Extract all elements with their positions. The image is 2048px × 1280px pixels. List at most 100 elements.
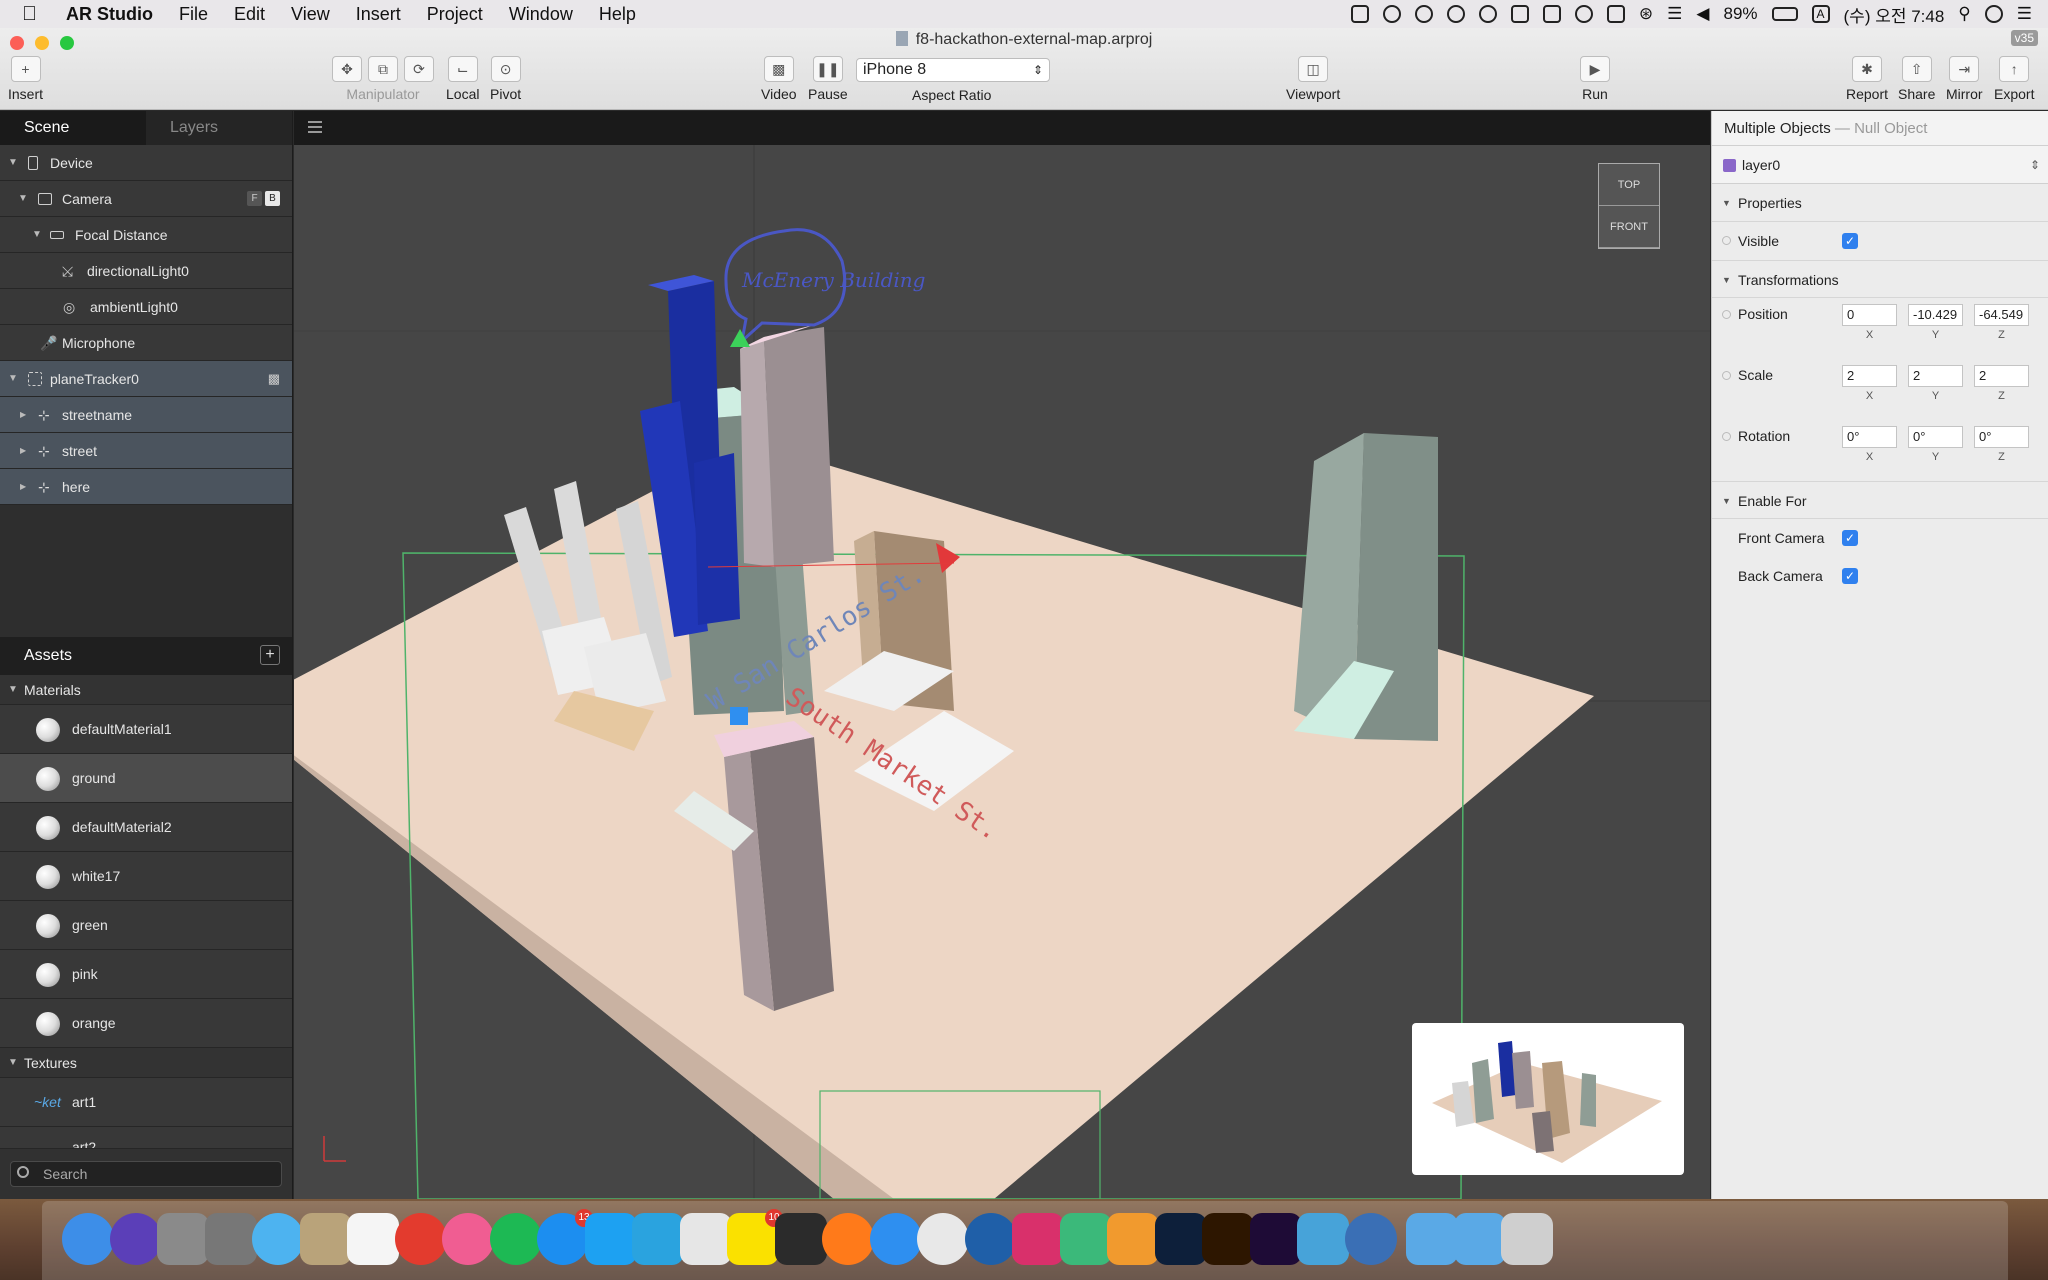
disclosure-triangle-icon[interactable]: ▼ [8,145,18,181]
rotation-x-input[interactable]: 0° [1842,426,1897,448]
run-button[interactable]: ▶ Run [1580,56,1610,102]
video-button[interactable]: ▩ Video [761,56,797,102]
telegram-icon[interactable] [632,1213,684,1265]
tree-item-ambient-light[interactable]: ◎ ambientLight0 [0,289,292,325]
report-button[interactable]: ✱ Report [1846,56,1888,102]
materials-section[interactable]: ▼ Materials [0,675,292,705]
menu-insert[interactable]: Insert [356,4,401,25]
safari-icon[interactable] [869,1213,922,1265]
back-camera-checkbox[interactable]: ✓ [1842,568,1858,584]
scale-x-input[interactable]: 2 [1842,365,1897,387]
material-item[interactable]: pink [0,950,292,999]
pivot-button[interactable]: ⊙ Pivot [490,56,521,102]
disclosure-triangle-icon[interactable]: ▶ [20,469,26,505]
drop-icon[interactable] [252,1213,304,1265]
disclosure-triangle-icon[interactable]: ▼ [8,361,18,397]
scale-tool-icon[interactable]: ⧉ [368,56,398,82]
notification-center-icon[interactable]: ☰ [2017,4,2032,24]
siri-icon[interactable] [109,1213,162,1265]
cloud-status-icon[interactable] [1478,5,1497,23]
search-input[interactable]: Search [10,1161,282,1187]
menu-window[interactable]: Window [509,4,573,25]
tab-scene[interactable]: Scene [0,111,146,145]
rotate-tool-icon[interactable]: ⟳ [404,56,434,82]
tree-item-focal-distance[interactable]: ▼ Focal Distance [0,217,292,253]
material-item[interactable]: defaultMaterial1 [0,705,292,754]
material-item[interactable]: white17 [0,852,292,901]
disclosure-triangle-icon[interactable]: ▶ [20,433,26,469]
disclosure-triangle-icon[interactable]: ▼ [8,675,18,705]
texture-item[interactable]: art2 [0,1127,292,1149]
ar-studio-icon[interactable] [1297,1213,1349,1265]
position-y-input[interactable]: -10.429 [1908,304,1963,326]
menu-project[interactable]: Project [427,4,483,25]
export-button[interactable]: ↑ Export [1994,56,2034,102]
layer-select[interactable]: layer0 ⇕ [1712,146,2048,184]
downloads-folder-icon[interactable] [1453,1213,1506,1265]
material-item[interactable]: orange [0,999,292,1048]
finder-icon[interactable] [62,1213,114,1265]
add-asset-button[interactable]: + [260,645,280,665]
view-cube-front[interactable]: FRONT [1599,206,1659,248]
move-tool-icon[interactable]: ✥ [332,56,362,82]
launchpad-icon[interactable] [204,1213,257,1265]
back-camera-badge[interactable]: B [265,191,280,206]
keyframe-dot-icon[interactable] [1722,371,1731,380]
disclosure-triangle-icon[interactable]: ▼ [1722,261,1731,299]
camera-off-icon[interactable]: ▩ [268,361,280,397]
menu-file[interactable]: File [179,4,208,25]
menu-app-name[interactable]: AR Studio [66,4,153,25]
tree-item-camera[interactable]: ▼ Camera F B [0,181,292,217]
calendar-icon[interactable] [347,1213,399,1265]
tree-item-streetname[interactable]: ▶ ⊹ streetname [0,397,292,433]
terminal-icon[interactable] [774,1213,827,1265]
aspect-ratio-select[interactable]: iPhone 8 ⇕ [856,58,1050,82]
menu-help[interactable]: Help [599,4,636,25]
illustrator-icon[interactable] [1202,1213,1254,1265]
position-z-input[interactable]: -64.549 [1974,304,2029,326]
media-player-icon[interactable] [394,1213,447,1265]
transformations-section[interactable]: ▼ Transformations [1712,260,2048,298]
disclosure-triangle-icon[interactable]: ▼ [1722,184,1731,222]
textures-section[interactable]: ▼ Textures [0,1048,292,1078]
trash-icon[interactable] [1501,1213,1553,1265]
activity-status-icon[interactable] [1414,5,1433,23]
spotlight-search-icon[interactable]: ⚲ [1958,4,1970,24]
chrome-icon[interactable] [917,1213,969,1265]
share-button[interactable]: ⇧ Share [1898,56,1935,102]
pause-button[interactable]: ❚❚ Pause [808,56,848,102]
insert-button[interactable]: + Insert [8,56,43,102]
front-camera-badge[interactable]: F [247,191,262,206]
quicktime-icon[interactable] [1344,1213,1397,1265]
enable-for-section[interactable]: ▼ Enable For [1712,481,2048,519]
tree-item-here[interactable]: ▶ ⊹ here [0,469,292,505]
zeplin-icon[interactable] [1107,1213,1159,1265]
itunes-icon[interactable] [442,1213,494,1265]
kakaotalk-icon[interactable]: 10 [727,1209,783,1265]
scale-y-input[interactable]: 2 [1908,365,1963,387]
local-button[interactable]: ⌙ Local [446,56,479,102]
material-item[interactable]: ground [0,754,292,803]
keyframe-dot-icon[interactable] [1722,310,1731,319]
input-source[interactable]: A [1811,5,1830,23]
scene-viewport[interactable]: W San Carlos St. South Market St. McEner… [294,111,1710,1199]
tree-item-plane-tracker[interactable]: ▼ planeTracker0 ▩ [0,361,292,397]
tree-item-directional-light[interactable]: ⤩ directionalLight0 [0,253,292,289]
record-status-icon[interactable] [1574,5,1593,23]
view-cube[interactable]: TOP FRONT [1598,163,1660,249]
view-cube-top[interactable]: TOP [1599,164,1659,206]
battery-icon[interactable] [1771,7,1798,21]
tree-item-microphone[interactable]: 🎤 Microphone [0,325,292,361]
app-store-icon[interactable]: 13 [537,1209,593,1265]
telegram-status-icon[interactable] [1446,5,1465,23]
bluetooth-icon[interactable]: ⊛ [1639,4,1653,24]
material-item[interactable]: defaultMaterial2 [0,803,292,852]
photoshop-icon[interactable] [1154,1213,1207,1265]
tree-item-street[interactable]: ▶ ⊹ street [0,433,292,469]
apple-menu-icon[interactable]:  [22,3,48,26]
intellij-icon[interactable] [1012,1213,1064,1265]
rotation-z-input[interactable]: 0° [1974,426,2029,448]
wifi-icon[interactable]: ☰ [1667,4,1682,24]
texture-item[interactable]: ~ket art1 [0,1078,292,1127]
position-x-input[interactable]: 0 [1842,304,1897,326]
